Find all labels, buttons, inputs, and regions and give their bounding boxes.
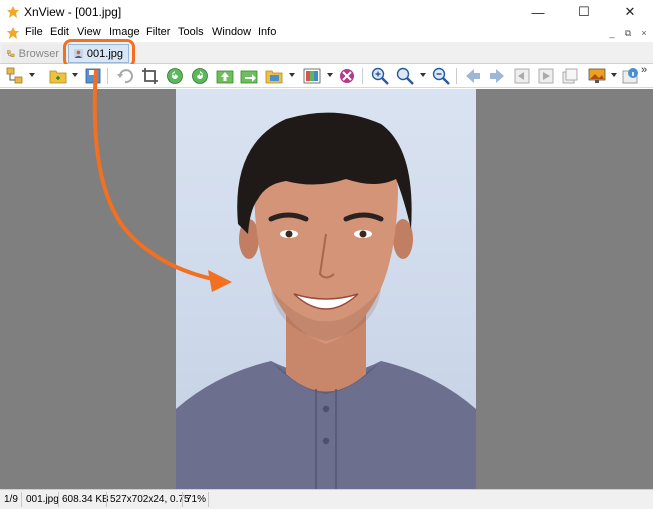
zoom-in-icon[interactable] (371, 67, 389, 85)
toolbar-separator (362, 68, 363, 84)
status-separator (58, 492, 59, 507)
title-bar: XnView - [001.jpg] — ☐ ✕ (0, 0, 653, 24)
toolbar-separator (456, 68, 457, 84)
save-icon[interactable] (84, 67, 102, 85)
image-viewer[interactable] (0, 89, 653, 489)
status-image-index: 1/9 (4, 494, 18, 505)
chevron-down-icon[interactable] (327, 73, 333, 77)
status-dimensions: 527x702x24, 0.75 (110, 494, 190, 505)
chevron-down-icon[interactable] (289, 73, 295, 77)
minimize-button[interactable]: — (515, 0, 561, 24)
close-button[interactable]: ✕ (607, 0, 653, 24)
menu-edit[interactable]: Edit (50, 26, 69, 38)
chevron-down-icon[interactable] (611, 73, 617, 77)
status-separator (21, 492, 22, 507)
menu-window[interactable]: Window (212, 26, 251, 38)
portrait-photo (176, 89, 476, 489)
previous-icon[interactable] (464, 67, 482, 85)
status-zoom: 71% (186, 494, 207, 505)
xnview-logo-icon (7, 6, 19, 18)
man-portrait-image (176, 112, 476, 489)
fullscreen-icon[interactable] (561, 67, 579, 85)
toolbar-separator (107, 68, 108, 84)
mdi-restore-button[interactable]: ⧉ (622, 28, 634, 39)
toolbar: » (0, 64, 653, 88)
red-eye-icon[interactable] (338, 67, 356, 85)
open-folder-icon[interactable] (49, 67, 67, 85)
status-filename: 001.jpg (26, 494, 59, 505)
tab-browser[interactable]: Browser (2, 44, 64, 63)
mdi-close-button[interactable]: × (638, 28, 650, 39)
chevron-down-icon[interactable] (420, 73, 426, 77)
browser-tree-icon (7, 50, 15, 57)
menu-view[interactable]: View (77, 26, 101, 38)
zoom-out-icon[interactable] (432, 67, 450, 85)
menu-filter[interactable]: Filter (146, 26, 170, 38)
first-page-icon[interactable] (513, 67, 531, 85)
toolbar-overflow-button[interactable]: » (641, 64, 647, 76)
zoom-fit-icon[interactable] (396, 67, 414, 85)
rotate-left-icon[interactable] (166, 67, 184, 85)
menu-tools[interactable]: Tools (178, 26, 204, 38)
menu-image[interactable]: Image (109, 26, 140, 38)
wallpaper-icon[interactable] (588, 67, 606, 85)
window-title: XnView - [001.jpg] (24, 5, 122, 19)
status-bar: 1/9 001.jpg 608.34 KB 527x702x24, 0.75 7… (0, 489, 653, 509)
xnview-menu-icon[interactable] (6, 26, 20, 40)
next-icon[interactable] (488, 67, 506, 85)
menu-info[interactable]: Info (258, 26, 276, 38)
slideshow-icon[interactable] (537, 67, 555, 85)
status-filesize: 608.34 KB (62, 494, 109, 505)
status-separator (208, 492, 209, 507)
export-icon[interactable] (240, 67, 258, 85)
tab-browser-label: Browser (18, 47, 59, 60)
maximize-button[interactable]: ☐ (561, 0, 607, 24)
browser-tree-icon[interactable] (6, 67, 24, 85)
rotate-right-icon[interactable] (191, 67, 209, 85)
mdi-minimize-button[interactable]: _ (606, 28, 618, 39)
chevron-down-icon[interactable] (72, 73, 78, 77)
upload-icon[interactable] (216, 67, 234, 85)
menu-file[interactable]: File (25, 26, 43, 38)
image-folder-icon[interactable] (265, 67, 283, 85)
color-adjust-icon[interactable] (303, 67, 321, 85)
chevron-down-icon[interactable] (29, 73, 35, 77)
undo-icon[interactable] (116, 67, 134, 85)
status-separator (106, 492, 107, 507)
image-info-icon[interactable] (622, 67, 640, 85)
crop-icon[interactable] (141, 67, 159, 85)
status-separator (182, 492, 183, 507)
